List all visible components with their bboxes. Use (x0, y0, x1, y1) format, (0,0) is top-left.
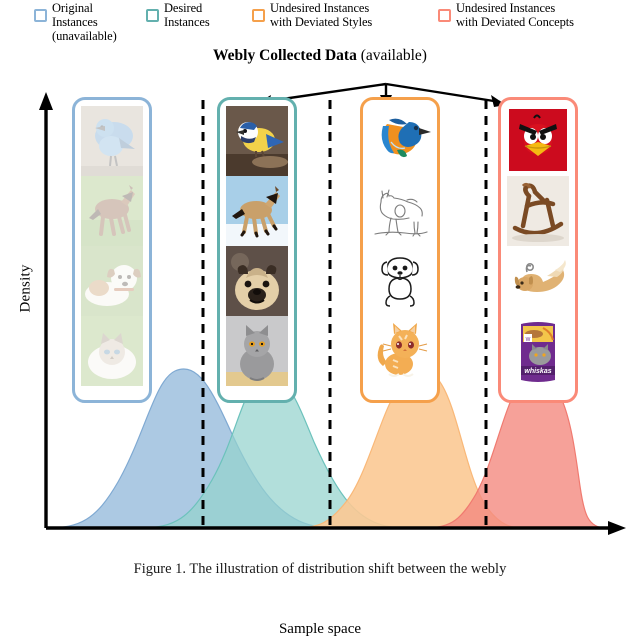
legend-item-concepts: Undesired Instances with Deviated Concep… (438, 1, 574, 29)
x-axis-label: Sample space (278, 621, 362, 637)
axis-arrow-up-icon (39, 92, 53, 110)
svg-text:whiskas: whiskas (524, 368, 551, 375)
product-whiskas: W whiskas (507, 316, 569, 386)
photo-blue-tit (226, 106, 288, 176)
photo-pug (226, 246, 288, 316)
legend-item-original: Original Instances (unavailable) (34, 1, 117, 43)
lineart-dog (369, 246, 431, 316)
original-instances-column (72, 97, 152, 403)
square-outline-icon-styles (252, 9, 265, 22)
svg-text:W: W (526, 337, 531, 343)
legend: Original Instances (unavailable) Desired… (0, 0, 640, 46)
distribution-plot: Density W whiskas Sample space (0, 90, 640, 637)
legend-item-desired: Desired Instances (146, 1, 210, 29)
photo-horse-snow (226, 176, 288, 246)
webly-collected-data-title: Webly Collected Data (available) (0, 46, 640, 66)
photo-cat (81, 316, 143, 386)
deviated-styles-column (360, 97, 440, 403)
legend-label-concepts: Undesired Instances with Deviated Concep… (456, 1, 574, 29)
legend-label-styles: Undesired Instances with Deviated Styles (270, 1, 373, 29)
legend-item-styles: Undesired Instances with Deviated Styles (252, 1, 372, 29)
y-axis-label: Density (17, 264, 34, 313)
square-outline-icon-original (34, 9, 47, 22)
square-outline-icon-concepts (438, 9, 451, 22)
square-outline-icon-desired (146, 9, 159, 22)
webly-title-rest: (available) (356, 47, 427, 64)
desired-instances-column (217, 97, 297, 403)
photo-dog (81, 246, 143, 316)
webly-title-bold: Webly Collected Data (213, 47, 357, 64)
photo-horse (81, 176, 143, 246)
clipart-kingfisher (369, 106, 431, 176)
deviated-concepts-column: W whiskas (498, 97, 578, 403)
axis-arrow-right-icon (608, 521, 626, 535)
object-rocking-horse (507, 176, 569, 246)
logo-angry-birds (507, 106, 569, 176)
photo-grey-cat (226, 316, 288, 386)
object-dog-toy (507, 246, 569, 316)
photo-bird (81, 106, 143, 176)
legend-label-original: Original Instances (unavailable) (52, 1, 117, 43)
figure-caption: Figure 1. The illustration of distributi… (133, 561, 507, 577)
legend-label-desired: Desired Instances (164, 1, 210, 29)
sketch-horse (369, 176, 431, 246)
cartoon-cat (369, 316, 431, 386)
